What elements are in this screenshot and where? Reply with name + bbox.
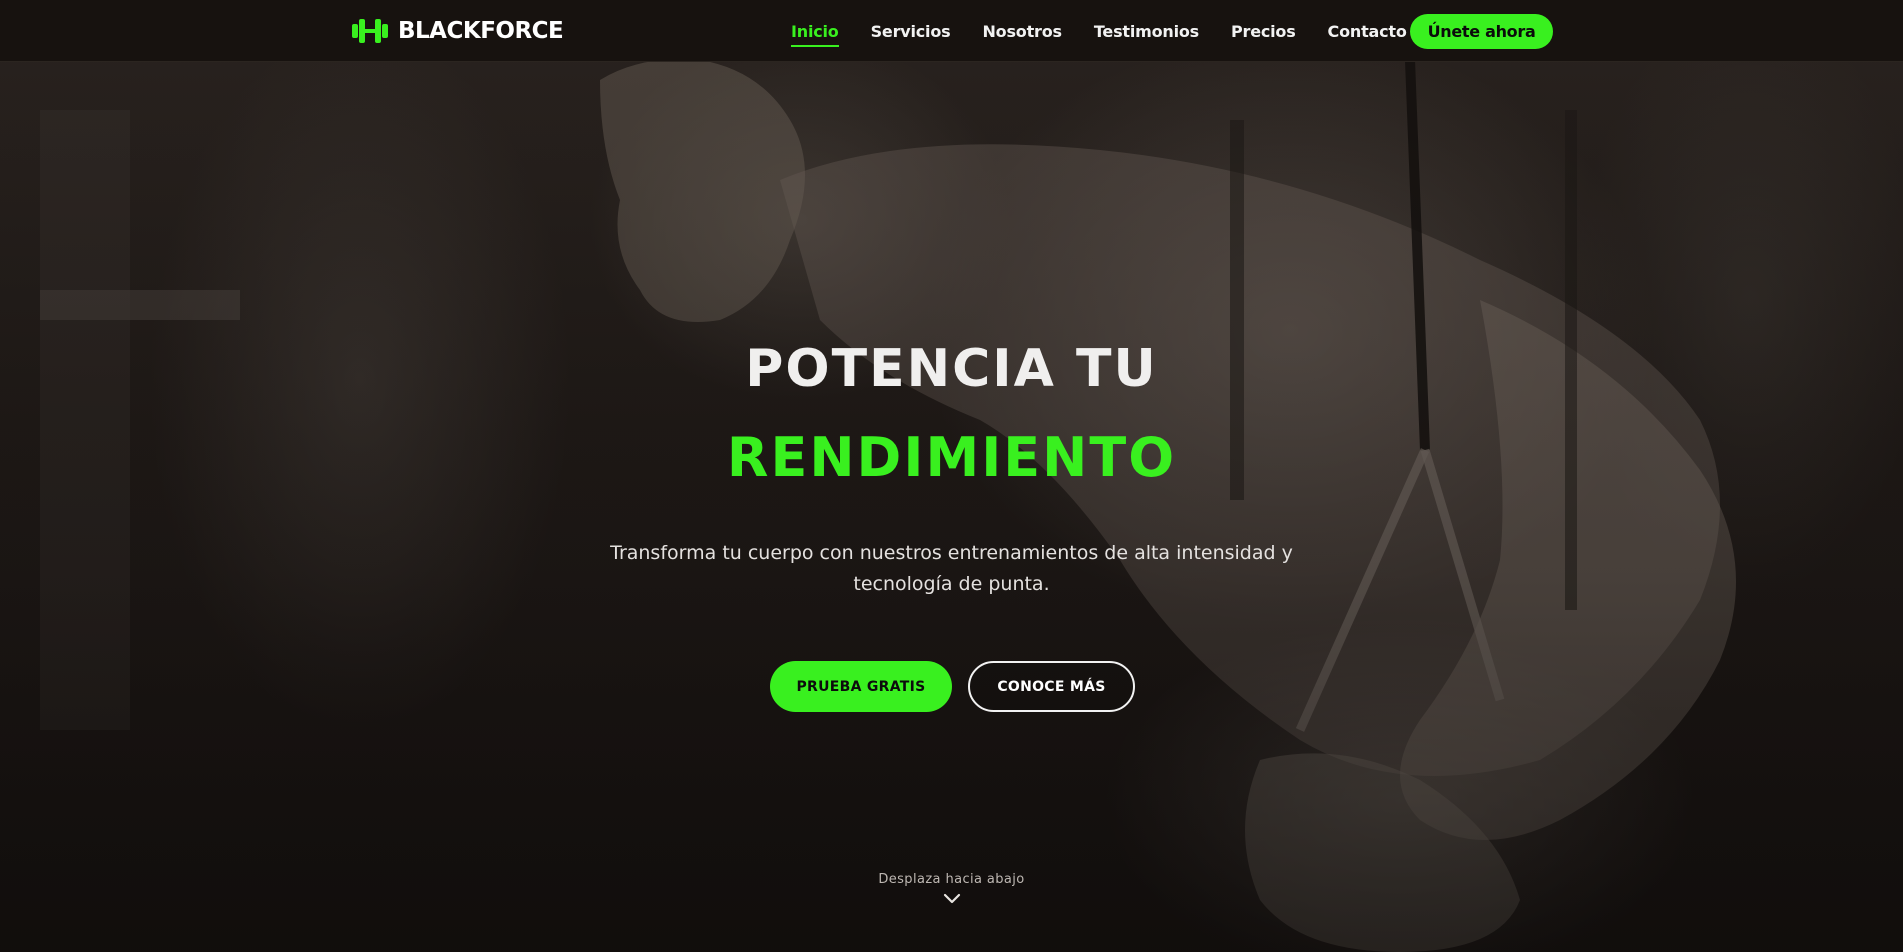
top-navbar: BLACKFORCE Inicio Servicios Nosotros Tes… bbox=[0, 0, 1903, 62]
nav-link-nosotros[interactable]: Nosotros bbox=[982, 22, 1062, 41]
nav-link-precios[interactable]: Precios bbox=[1231, 22, 1296, 41]
scroll-down-hint[interactable]: Desplaza hacia abajo bbox=[0, 872, 1903, 910]
hero-title-accent: RENDIMIENTO bbox=[726, 426, 1177, 489]
nav-link-testimonios[interactable]: Testimonios bbox=[1094, 22, 1199, 41]
brand-name: BLACKFORCE bbox=[398, 18, 564, 44]
nav-link-inicio[interactable]: Inicio bbox=[791, 22, 839, 47]
chevron-down-icon bbox=[943, 893, 960, 904]
nav-link-servicios[interactable]: Servicios bbox=[871, 22, 951, 41]
landing-page: BLACKFORCE Inicio Servicios Nosotros Tes… bbox=[0, 0, 1903, 952]
hero-button-group: PRUEBA GRATIS CONOCE MÁS bbox=[770, 661, 1135, 713]
dumbbell-icon bbox=[352, 19, 388, 43]
hero-subtitle: Transforma tu cuerpo con nuestros entren… bbox=[610, 542, 1293, 595]
main-nav: Inicio Servicios Nosotros Testimonios Pr… bbox=[791, 0, 1407, 62]
join-now-button[interactable]: Únete ahora bbox=[1410, 14, 1553, 49]
nav-link-contacto[interactable]: Contacto bbox=[1328, 22, 1407, 41]
brand-logo[interactable]: BLACKFORCE bbox=[352, 14, 564, 48]
free-trial-button[interactable]: PRUEBA GRATIS bbox=[770, 661, 952, 712]
scroll-down-label: Desplaza hacia abajo bbox=[878, 872, 1025, 887]
learn-more-button[interactable]: CONOCE MÁS bbox=[968, 661, 1135, 712]
hero-title: POTENCIA TU bbox=[745, 339, 1158, 399]
